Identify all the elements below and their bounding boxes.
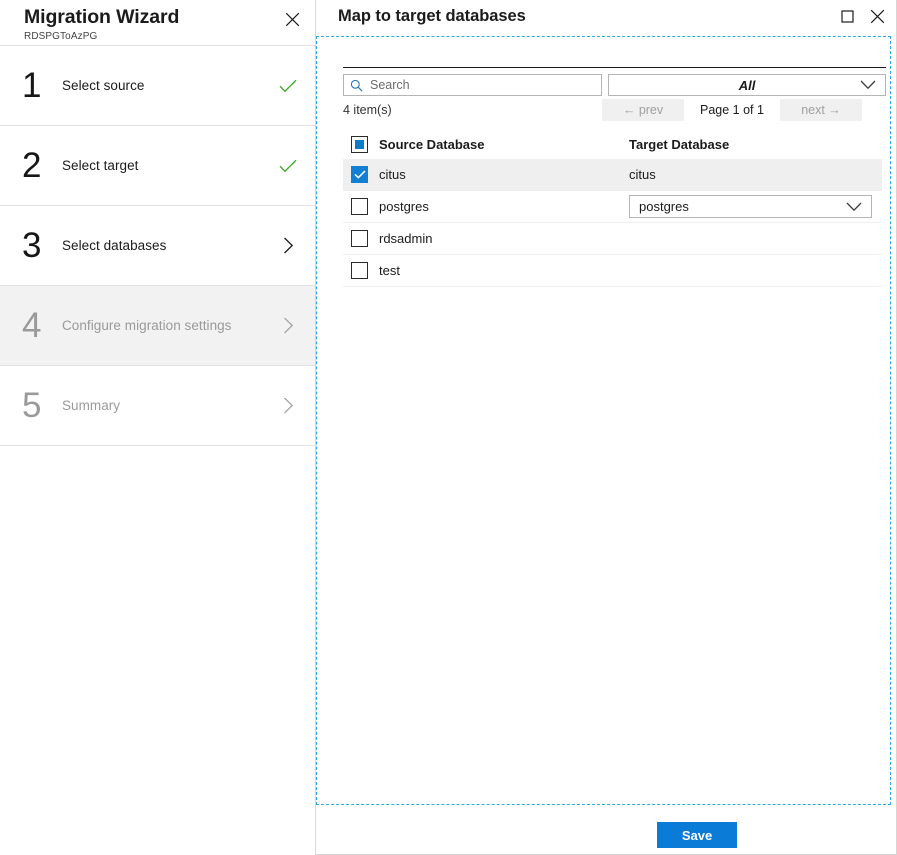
step-label: Configure migration settings: [62, 318, 231, 333]
wizard-title: Migration Wizard: [24, 4, 315, 30]
section-divider: [343, 67, 886, 68]
page-indicator: Page 1 of 1: [684, 99, 780, 121]
databases-table: Source Database Target Database citus: [343, 129, 882, 287]
row-checkbox[interactable]: [351, 166, 368, 183]
step-label: Summary: [62, 398, 120, 413]
step-number: 5: [22, 388, 62, 423]
row-checkbox[interactable]: [351, 262, 368, 279]
source-database-name: postgres: [379, 199, 629, 214]
meta-row: 4 item(s) ← prev Page 1 of 1 next →: [343, 99, 886, 121]
row-checkbox-cell: [343, 166, 379, 183]
step-label: Select databases: [62, 238, 166, 253]
row-checkbox-cell: [343, 198, 379, 215]
chevron-right-icon: [277, 235, 299, 257]
panel-header: Map to target databases: [316, 0, 896, 32]
maximize-icon[interactable]: [834, 3, 860, 29]
prev-page-button[interactable]: ← prev: [602, 99, 684, 121]
sidebar-step-1[interactable]: 1 Select source: [0, 46, 315, 126]
panel-content-region: All 4 item(s) ← prev Page 1 of 1 next →: [316, 36, 891, 805]
step-number: 4: [22, 308, 62, 343]
column-header-target: Target Database: [629, 137, 882, 152]
source-database-name: citus: [379, 167, 629, 182]
step-status-check-icon: [277, 155, 299, 177]
search-field-wrapper: [343, 74, 602, 96]
close-icon[interactable]: [278, 5, 306, 33]
chevron-right-icon: [277, 395, 299, 417]
step-status-check-icon: [277, 75, 299, 97]
table-row[interactable]: rdsadmin: [343, 223, 882, 255]
search-box[interactable]: [343, 74, 602, 96]
controls-row: All: [343, 74, 886, 96]
step-label: Select source: [62, 78, 144, 93]
item-count-label: 4 item(s): [343, 99, 602, 121]
target-database-cell: postgres: [629, 195, 882, 218]
panel-footer: Save: [316, 806, 896, 855]
row-checkbox[interactable]: [351, 198, 368, 215]
step-number: 2: [22, 148, 62, 183]
wizard-subtitle: RDSPGToAzPG: [24, 30, 315, 43]
sidebar-empty-area: [0, 446, 315, 447]
column-header-source: Source Database: [379, 137, 629, 152]
content-inner: All 4 item(s) ← prev Page 1 of 1 next →: [343, 67, 886, 287]
table-row[interactable]: citus citus: [343, 159, 882, 191]
table-row[interactable]: postgres postgres: [343, 191, 882, 223]
close-icon[interactable]: [864, 3, 890, 29]
row-checkbox[interactable]: [351, 230, 368, 247]
pagination: ← prev Page 1 of 1 next →: [602, 99, 862, 121]
wizard-sidebar: Migration Wizard RDSPGToAzPG 1 Select so…: [0, 0, 316, 855]
target-database-cell: citus: [629, 167, 882, 182]
chevron-down-icon: [846, 202, 862, 212]
page-title: Map to target databases: [338, 7, 526, 26]
step-number: 3: [22, 228, 62, 263]
row-checkbox-cell: [343, 262, 379, 279]
select-all-checkbox[interactable]: [351, 136, 368, 153]
chevron-down-icon: [860, 80, 876, 90]
table-header-row: Source Database Target Database: [343, 129, 882, 159]
source-database-name: rdsadmin: [379, 231, 629, 246]
table-row[interactable]: test: [343, 255, 882, 287]
target-database-dropdown[interactable]: postgres: [629, 195, 872, 218]
filter-dropdown[interactable]: All: [608, 74, 886, 96]
target-database-name: citus: [629, 167, 656, 182]
save-button[interactable]: Save: [657, 822, 737, 848]
search-icon: [350, 79, 363, 92]
sidebar-step-4[interactable]: 4 Configure migration settings: [0, 286, 315, 366]
sidebar-step-5[interactable]: 5 Summary: [0, 366, 315, 446]
sidebar-step-2[interactable]: 2 Select target: [0, 126, 315, 206]
filter-selected-value: All: [739, 78, 756, 93]
wizard-header: Migration Wizard RDSPGToAzPG: [0, 0, 315, 46]
step-number: 1: [22, 68, 62, 103]
target-database-selected-value: postgres: [639, 199, 689, 214]
chevron-right-icon: [277, 315, 299, 337]
migration-wizard-window: Migration Wizard RDSPGToAzPG 1 Select so…: [0, 0, 897, 855]
step-label: Select target: [62, 158, 138, 173]
next-page-button[interactable]: next →: [780, 99, 862, 121]
row-checkbox-cell: [343, 230, 379, 247]
select-all-cell: [343, 136, 379, 153]
search-input[interactable]: [363, 78, 578, 92]
map-target-databases-panel: Map to target databases: [316, 0, 897, 855]
sidebar-step-3[interactable]: 3 Select databases: [0, 206, 315, 286]
source-database-name: test: [379, 263, 629, 278]
